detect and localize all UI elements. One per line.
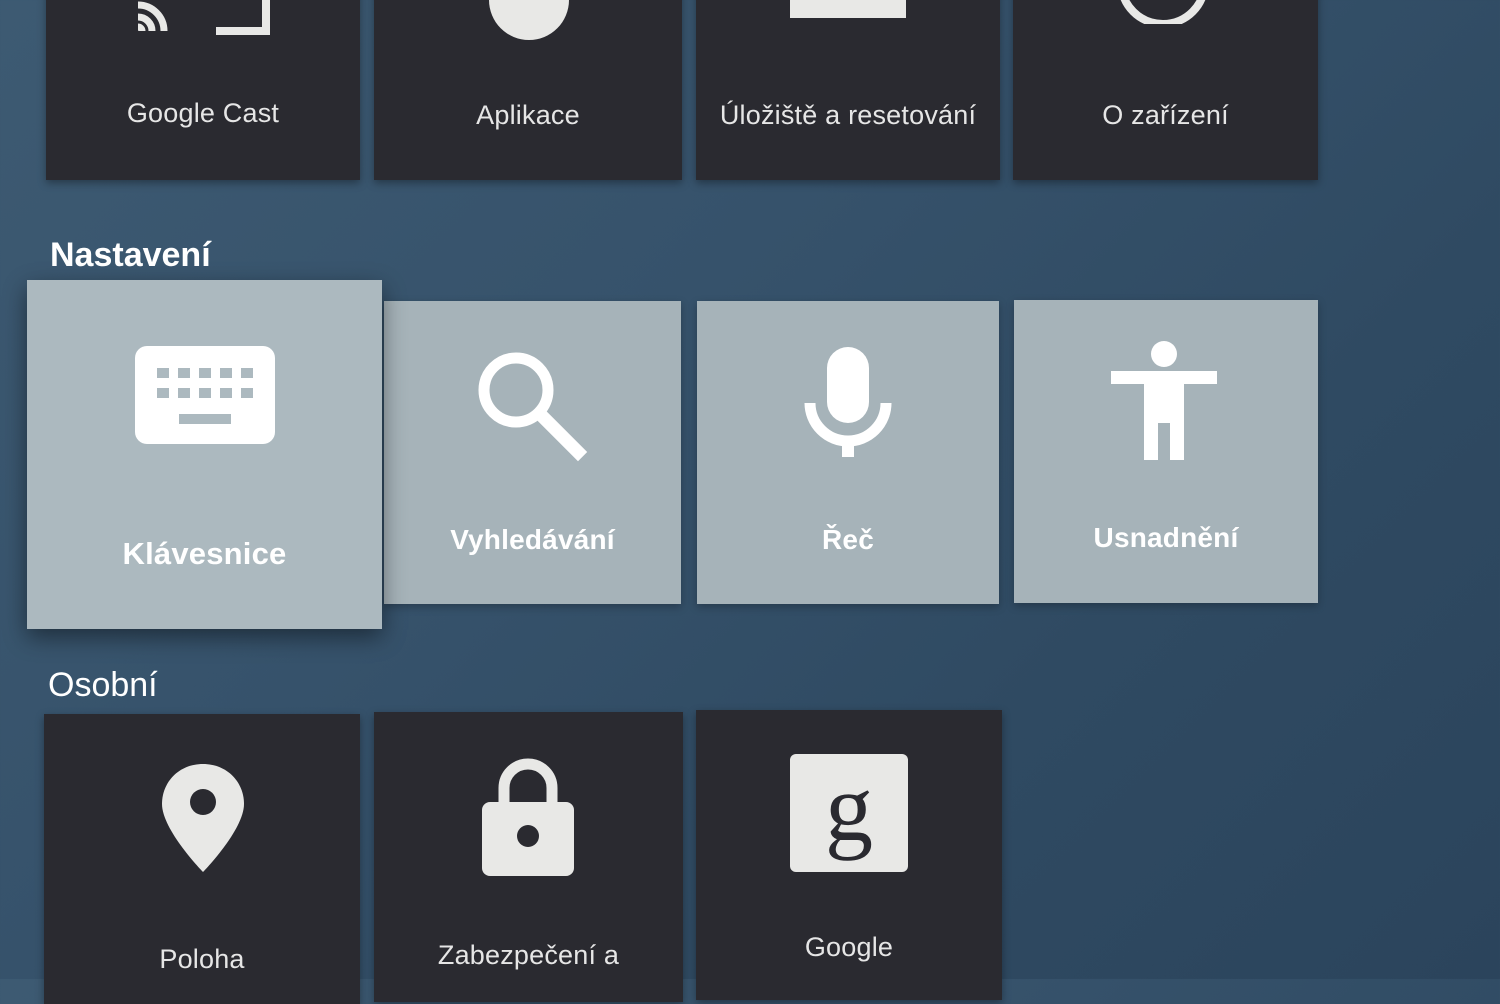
- tile-label: Google: [804, 932, 894, 962]
- tile-google-cast[interactable]: Google Cast: [46, 0, 360, 180]
- section-title-settings: Nastavení: [50, 236, 211, 274]
- location-pin-icon: [162, 764, 244, 872]
- tile-label: Poloha: [159, 944, 245, 974]
- tile-keyboard[interactable]: Klávesnice: [27, 280, 382, 629]
- tile-accessibility[interactable]: Usnadnění: [1014, 300, 1318, 603]
- tile-label: O zařízení: [1102, 100, 1229, 130]
- tile-speech[interactable]: Řeč: [697, 301, 999, 604]
- tile-label: Google Cast: [126, 98, 280, 128]
- tile-label: Klávesnice: [122, 536, 287, 571]
- tile-security[interactable]: Zabezpečení a: [374, 712, 683, 1002]
- tile-location[interactable]: Poloha: [44, 714, 360, 1004]
- tile-label: Úložiště a resetování: [719, 100, 977, 130]
- search-icon: [478, 352, 588, 462]
- cast-icon: [137, 0, 270, 35]
- apps-icon: [489, 0, 569, 40]
- microphone-icon: [804, 347, 892, 457]
- storage-icon: [790, 0, 906, 18]
- tile-about-device[interactable]: O zařízení: [1013, 0, 1318, 180]
- svg-text:g: g: [825, 754, 873, 861]
- tile-label: Aplikace: [476, 100, 580, 130]
- tile-label: Zabezpečení a: [437, 940, 620, 970]
- tile-search[interactable]: Vyhledávání: [384, 301, 681, 604]
- google-g-icon: g: [790, 754, 908, 872]
- tile-label: Řeč: [822, 524, 874, 555]
- tile-google[interactable]: g Google: [696, 710, 1002, 1000]
- accessibility-icon: [1111, 341, 1217, 460]
- tile-apps[interactable]: Aplikace: [374, 0, 682, 180]
- info-icon: [1120, 0, 1206, 24]
- keyboard-icon: [135, 346, 275, 444]
- section-title-personal: Osobní: [48, 666, 158, 704]
- tile-label: Vyhledávání: [450, 524, 615, 555]
- lock-icon: [482, 758, 574, 876]
- tile-label: Usnadnění: [1093, 522, 1239, 553]
- tile-storage-reset[interactable]: Úložiště a resetování: [696, 0, 1000, 180]
- settings-screen: { "device_row": { "tiles": [ {"label": "…: [0, 0, 1500, 1004]
